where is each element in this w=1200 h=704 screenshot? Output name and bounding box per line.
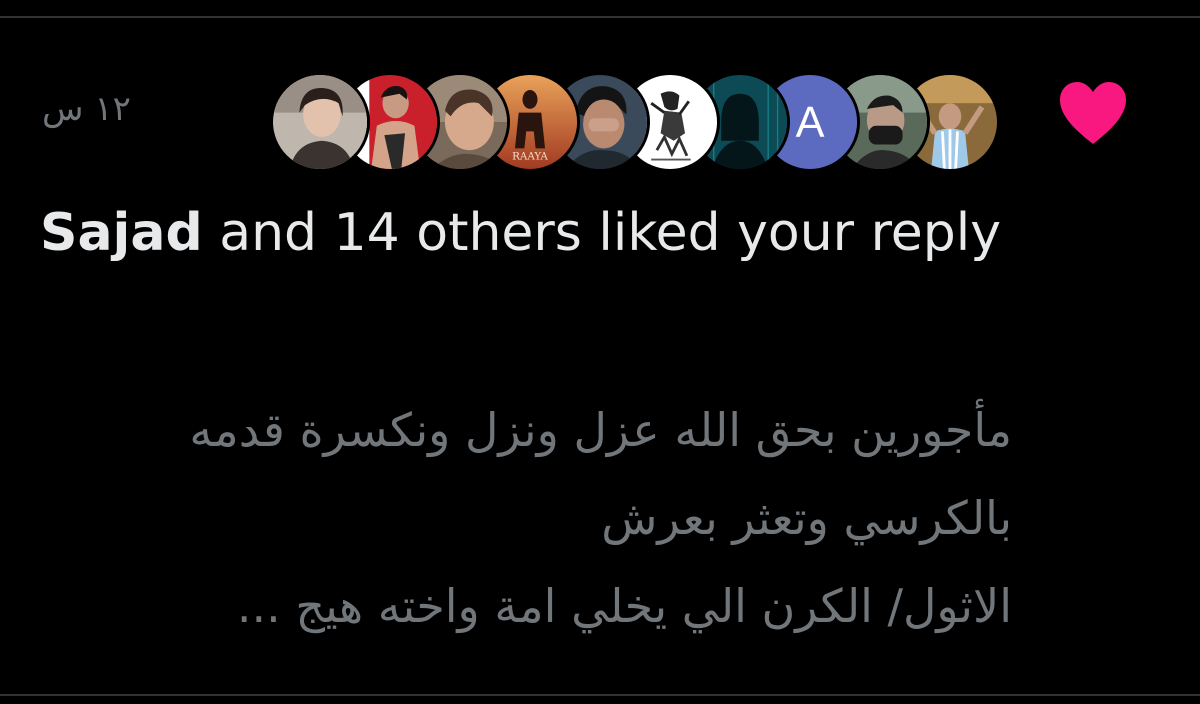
avatar-1[interactable] — [270, 72, 370, 172]
divider-top — [0, 16, 1200, 18]
timestamp: ١٢ س — [42, 89, 131, 129]
avatar-stack: RAAYA A — [270, 72, 1010, 176]
svg-text:RAAYA: RAAYA — [512, 151, 548, 163]
reply-preview[interactable]: مأجورين بحق الله عزل ونزل ونكسرة قدمه با… — [40, 386, 1012, 650]
reply-line-1: مأجورين بحق الله عزل ونزل ونكسرة قدمه — [189, 403, 1012, 457]
heart-icon[interactable] — [1056, 80, 1130, 146]
notification-heading: Sajad and 14 others liked your reply — [40, 196, 1020, 270]
reply-line-2: بالكرسي وتعثر بعرش — [601, 491, 1012, 545]
divider-bottom — [0, 694, 1200, 696]
actor-name[interactable]: Sajad — [40, 203, 203, 263]
reply-line-3: الاثول/ الكرن الي يخلي امة واخته هيج ... — [236, 579, 1012, 633]
notification-page: ١٢ س RAAYA A Sajad and 14 others liked y… — [0, 0, 1200, 704]
avatar-photo-woman-icon — [273, 75, 367, 169]
action-text: and 14 others liked your reply — [202, 203, 1002, 263]
svg-text:A: A — [796, 99, 825, 147]
